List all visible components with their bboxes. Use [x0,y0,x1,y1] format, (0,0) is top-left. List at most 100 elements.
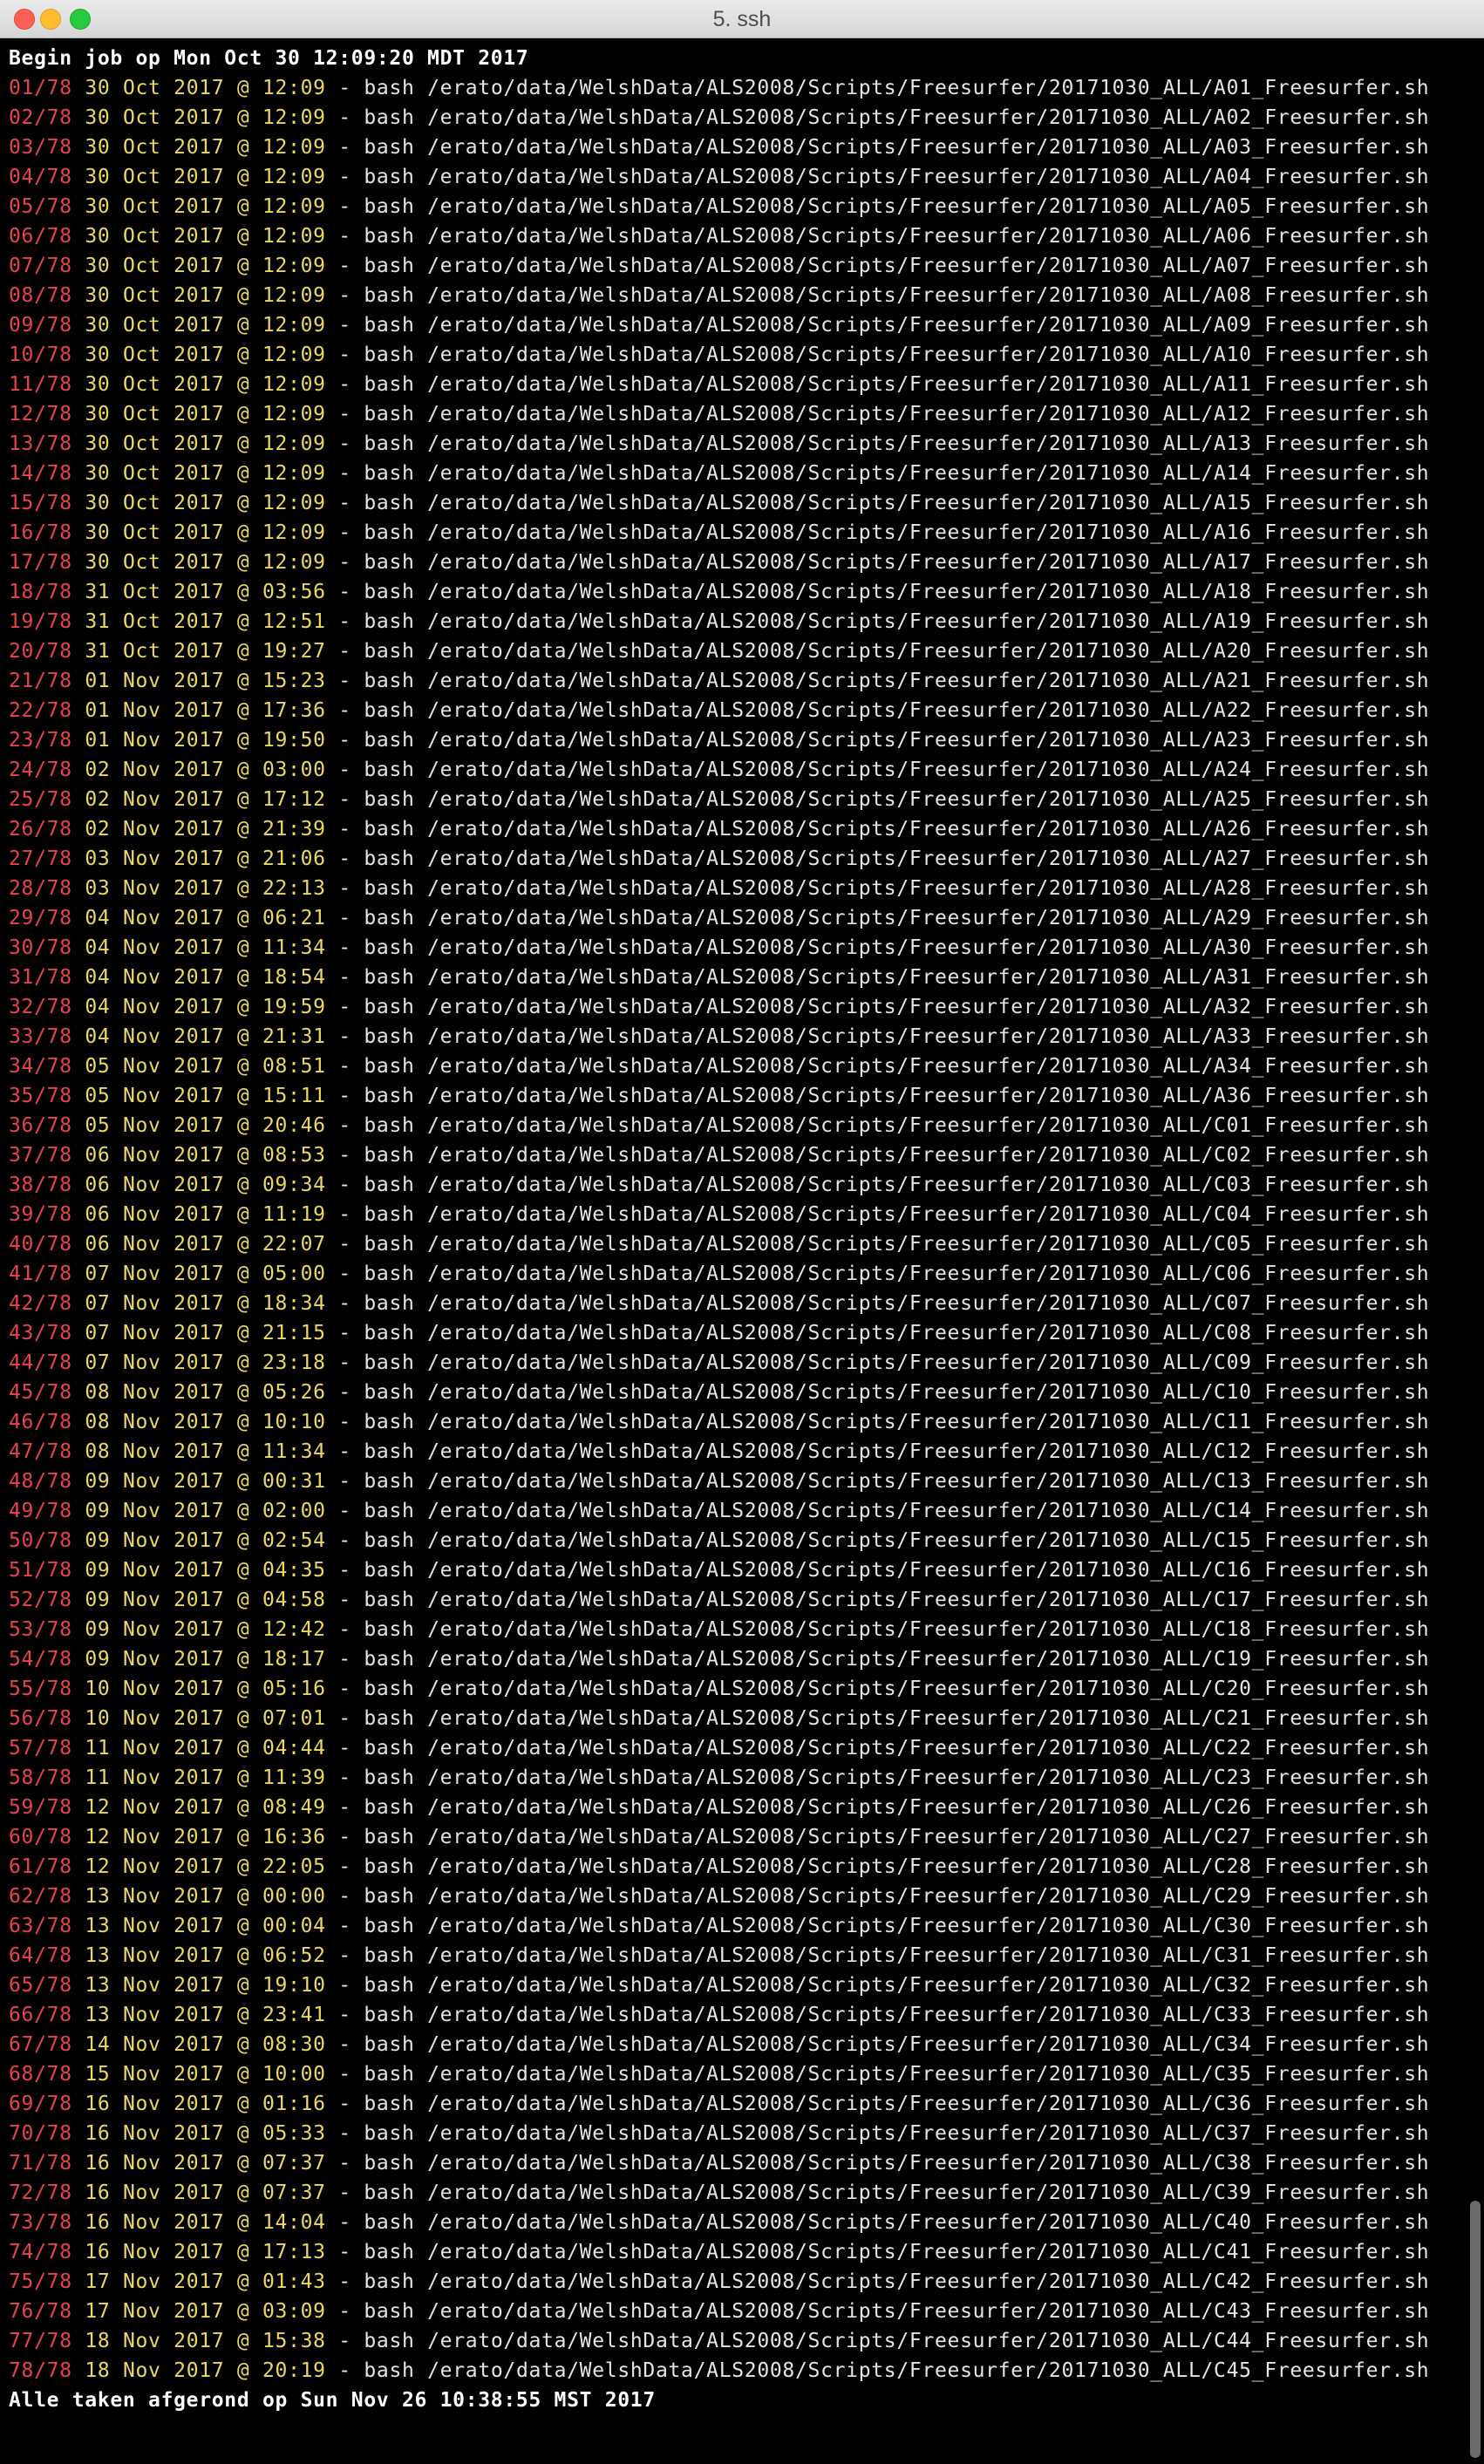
job-command: bash /erato/data/WelshData/ALS2008/Scrip… [364,877,1430,900]
scrollbar-thumb[interactable] [1470,2201,1481,2458]
job-separator: - [325,1707,364,1730]
job-timestamp: 02 Nov 2017 @ 21:39 [85,818,326,841]
job-timestamp: 05 Nov 2017 @ 15:11 [85,1085,326,1107]
job-index: 70/78 [9,2122,72,2145]
job-index: 52/78 [9,1589,72,1611]
job-separator: - [325,670,364,692]
job-command: bash /erato/data/WelshData/ALS2008/Scrip… [364,1500,1430,1522]
job-command: bash /erato/data/WelshData/ALS2008/Scrip… [364,670,1430,692]
job-separator: - [325,2359,364,2382]
job-command: bash /erato/data/WelshData/ALS2008/Scrip… [364,2152,1430,2175]
job-index: 23/78 [9,729,72,752]
job-index: 39/78 [9,1203,72,1226]
job-index: 18/78 [9,581,72,603]
job-command: bash /erato/data/WelshData/ALS2008/Scrip… [364,403,1430,425]
job-line: 77/78 18 Nov 2017 @ 15:38 - bash /erato/… [9,2326,1456,2356]
job-timestamp: 02 Nov 2017 @ 03:00 [85,759,326,781]
job-line: 62/78 13 Nov 2017 @ 00:00 - bash /erato/… [9,1882,1456,1911]
job-index: 78/78 [9,2359,72,2382]
job-command: bash /erato/data/WelshData/ALS2008/Scrip… [364,106,1430,129]
job-command: bash /erato/data/WelshData/ALS2008/Scrip… [364,966,1430,989]
job-line: 55/78 10 Nov 2017 @ 05:16 - bash /erato/… [9,1674,1456,1704]
job-timestamp: 17 Nov 2017 @ 03:09 [85,2300,326,2323]
job-index: 29/78 [9,907,72,929]
job-command: bash /erato/data/WelshData/ALS2008/Scrip… [364,2241,1430,2263]
job-timestamp: 30 Oct 2017 @ 12:09 [85,344,326,366]
job-index: 13/78 [9,432,72,455]
job-index: 61/78 [9,1855,72,1878]
job-separator: - [325,1737,364,1760]
job-separator: - [325,1440,364,1463]
job-separator: - [325,106,364,129]
job-line: 75/78 17 Nov 2017 @ 01:43 - bash /erato/… [9,2267,1456,2297]
job-line: 20/78 31 Oct 2017 @ 19:27 - bash /erato/… [9,636,1456,666]
job-separator: - [325,1174,364,1196]
job-command: bash /erato/data/WelshData/ALS2008/Scrip… [364,610,1430,633]
job-index: 77/78 [9,2330,72,2352]
job-index: 43/78 [9,1322,72,1344]
job-command: bash /erato/data/WelshData/ALS2008/Scrip… [364,1085,1430,1107]
job-timestamp: 08 Nov 2017 @ 10:10 [85,1411,326,1433]
job-separator: - [325,1855,364,1878]
job-line: 43/78 07 Nov 2017 @ 21:15 - bash /erato/… [9,1318,1456,1348]
job-timestamp: 04 Nov 2017 @ 21:31 [85,1025,326,1048]
job-index: 26/78 [9,818,72,841]
job-separator: - [325,1292,364,1315]
job-index: 55/78 [9,1678,72,1700]
job-line: 58/78 11 Nov 2017 @ 11:39 - bash /erato/… [9,1763,1456,1793]
job-timestamp: 04 Nov 2017 @ 18:54 [85,966,326,989]
job-command: bash /erato/data/WelshData/ALS2008/Scrip… [364,1826,1430,1848]
job-timestamp: 06 Nov 2017 @ 08:53 [85,1144,326,1167]
job-index: 73/78 [9,2211,72,2234]
job-timestamp: 17 Nov 2017 @ 01:43 [85,2270,326,2293]
job-index: 46/78 [9,1411,72,1433]
job-timestamp: 30 Oct 2017 @ 12:09 [85,314,326,337]
job-line: 04/78 30 Oct 2017 @ 12:09 - bash /erato/… [9,162,1456,192]
job-command: bash /erato/data/WelshData/ALS2008/Scrip… [364,2182,1430,2204]
job-command: bash /erato/data/WelshData/ALS2008/Scrip… [364,1737,1430,1760]
job-index: 48/78 [9,1470,72,1493]
job-timestamp: 01 Nov 2017 @ 15:23 [85,670,326,692]
job-timestamp: 13 Nov 2017 @ 06:52 [85,1944,326,1967]
job-separator: - [325,77,364,99]
job-command: bash /erato/data/WelshData/ALS2008/Scrip… [364,1440,1430,1463]
job-command: bash /erato/data/WelshData/ALS2008/Scrip… [364,1055,1430,1078]
job-line: 34/78 05 Nov 2017 @ 08:51 - bash /erato/… [9,1052,1456,1081]
job-line: 21/78 01 Nov 2017 @ 15:23 - bash /erato/… [9,666,1456,696]
job-index: 27/78 [9,847,72,870]
job-separator: - [325,1678,364,1700]
job-finish-line: Alle taken afgerond op Sun Nov 26 10:38:… [9,2389,656,2412]
job-line: 65/78 13 Nov 2017 @ 19:10 - bash /erato/… [9,1971,1456,2000]
job-separator: - [325,1085,364,1107]
job-separator: - [325,344,364,366]
job-line: 67/78 14 Nov 2017 @ 08:30 - bash /erato/… [9,2030,1456,2059]
job-index: 35/78 [9,1085,72,1107]
job-timestamp: 06 Nov 2017 @ 11:19 [85,1203,326,1226]
job-timestamp: 09 Nov 2017 @ 18:17 [85,1648,326,1671]
job-index: 25/78 [9,788,72,811]
job-command: bash /erato/data/WelshData/ALS2008/Scrip… [364,907,1430,929]
job-line: 73/78 16 Nov 2017 @ 14:04 - bash /erato/… [9,2208,1456,2237]
job-line: 26/78 02 Nov 2017 @ 21:39 - bash /erato/… [9,814,1456,844]
job-command: bash /erato/data/WelshData/ALS2008/Scrip… [364,1944,1430,1967]
job-line: 27/78 03 Nov 2017 @ 21:06 - bash /erato/… [9,844,1456,874]
job-separator: - [325,1322,364,1344]
job-timestamp: 07 Nov 2017 @ 21:15 [85,1322,326,1344]
job-line: 29/78 04 Nov 2017 @ 06:21 - bash /erato/… [9,903,1456,933]
job-index: 22/78 [9,699,72,722]
job-index: 58/78 [9,1766,72,1789]
job-timestamp: 10 Nov 2017 @ 07:01 [85,1707,326,1730]
title-bar[interactable]: 5. ssh [0,0,1484,38]
job-line: 54/78 09 Nov 2017 @ 18:17 - bash /erato/… [9,1644,1456,1674]
terminal-output[interactable]: Begin job op Mon Oct 30 12:09:20 MDT 201… [0,38,1484,2464]
job-index: 34/78 [9,1055,72,1078]
job-index: 33/78 [9,1025,72,1048]
job-line: 38/78 06 Nov 2017 @ 09:34 - bash /erato/… [9,1170,1456,1200]
job-line: 24/78 02 Nov 2017 @ 03:00 - bash /erato/… [9,755,1456,785]
job-separator: - [325,1144,364,1167]
job-timestamp: 12 Nov 2017 @ 08:49 [85,1796,326,1819]
job-line: 66/78 13 Nov 2017 @ 23:41 - bash /erato/… [9,2000,1456,2030]
job-separator: - [325,1263,364,1285]
job-command: bash /erato/data/WelshData/ALS2008/Scrip… [364,2330,1430,2352]
job-separator: - [325,1915,364,1937]
